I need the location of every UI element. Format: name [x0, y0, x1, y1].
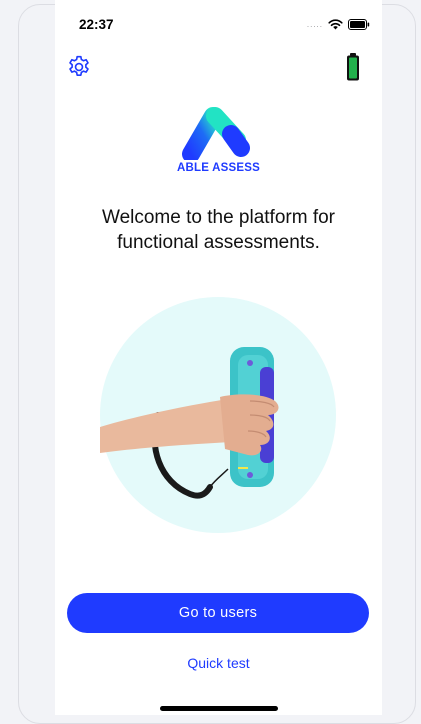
- quick-test-link[interactable]: Quick test: [55, 655, 382, 671]
- wifi-icon: [328, 18, 343, 30]
- status-time: 22:37: [79, 17, 114, 32]
- welcome-text: Welcome to the platform for functional a…: [101, 207, 336, 253]
- device-battery-icon[interactable]: [346, 53, 360, 81]
- phone-battery-icon: [348, 18, 370, 30]
- app-screen: 22:37 ..... ABLE ASSESS Welcome to the p…: [55, 0, 382, 715]
- home-indicator[interactable]: [160, 706, 278, 711]
- status-icons: .....: [307, 17, 370, 31]
- go-to-users-button[interactable]: Go to users: [67, 593, 369, 633]
- signal-dots: .....: [306, 19, 323, 29]
- status-bar: 22:37 .....: [55, 0, 382, 44]
- gear-icon[interactable]: [66, 54, 92, 80]
- hand-grip-device-image: [100, 297, 336, 533]
- brand-name: ABLE ASSESS: [177, 162, 260, 174]
